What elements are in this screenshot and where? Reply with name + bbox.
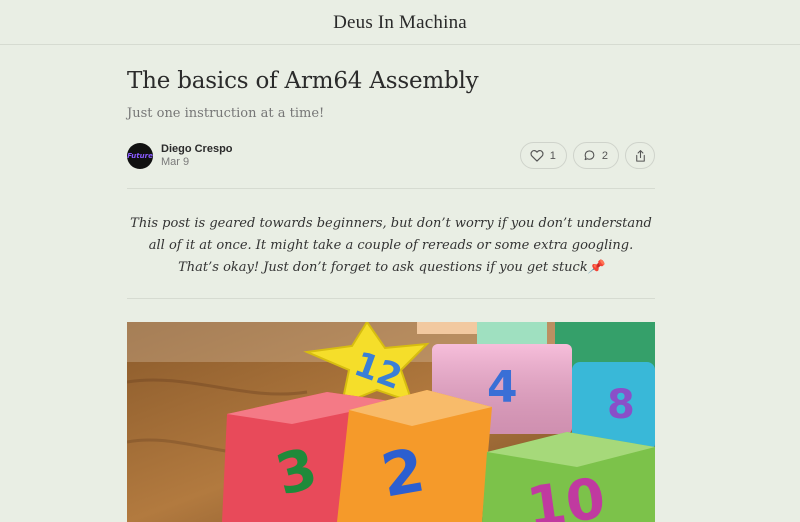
share-icon [634,149,647,163]
divider-bottom [127,298,655,299]
share-button[interactable] [625,142,655,169]
author-name[interactable]: Diego Crespo [161,143,233,156]
byline: Future Diego Crespo Mar 9 1 2 [127,140,655,172]
post-title: The basics of Arm64 Assembly [127,68,479,94]
svg-text:4: 4 [487,362,518,413]
toy-blocks-illustration: 12 4 8 3 2 10 [127,322,655,522]
intro-text: This post is geared towards beginners, b… [130,216,652,275]
divider-top [127,188,655,189]
hero-image[interactable]: 12 4 8 3 2 10 [127,322,655,522]
avatar-text: Future [127,152,153,160]
post-actions: 1 2 [519,142,655,169]
like-count: 1 [549,149,556,162]
post-date: Mar 9 [161,156,190,168]
comment-bubble-icon [583,149,596,162]
svg-text:8: 8 [607,382,635,428]
svg-text:10: 10 [523,466,609,522]
comment-count: 2 [601,149,608,162]
heart-icon [530,149,544,162]
avatar[interactable]: Future [127,143,153,169]
author-meta: Diego Crespo Mar 9 [161,143,233,169]
comment-button[interactable]: 2 [572,142,619,169]
like-button[interactable]: 1 [519,142,567,169]
site-header: Deus In Machina [0,0,800,45]
post-container: The basics of Arm64 Assembly Just one in… [127,44,655,522]
post-subtitle: Just one instruction at a time! [127,106,325,121]
site-title[interactable]: Deus In Machina [333,12,467,34]
